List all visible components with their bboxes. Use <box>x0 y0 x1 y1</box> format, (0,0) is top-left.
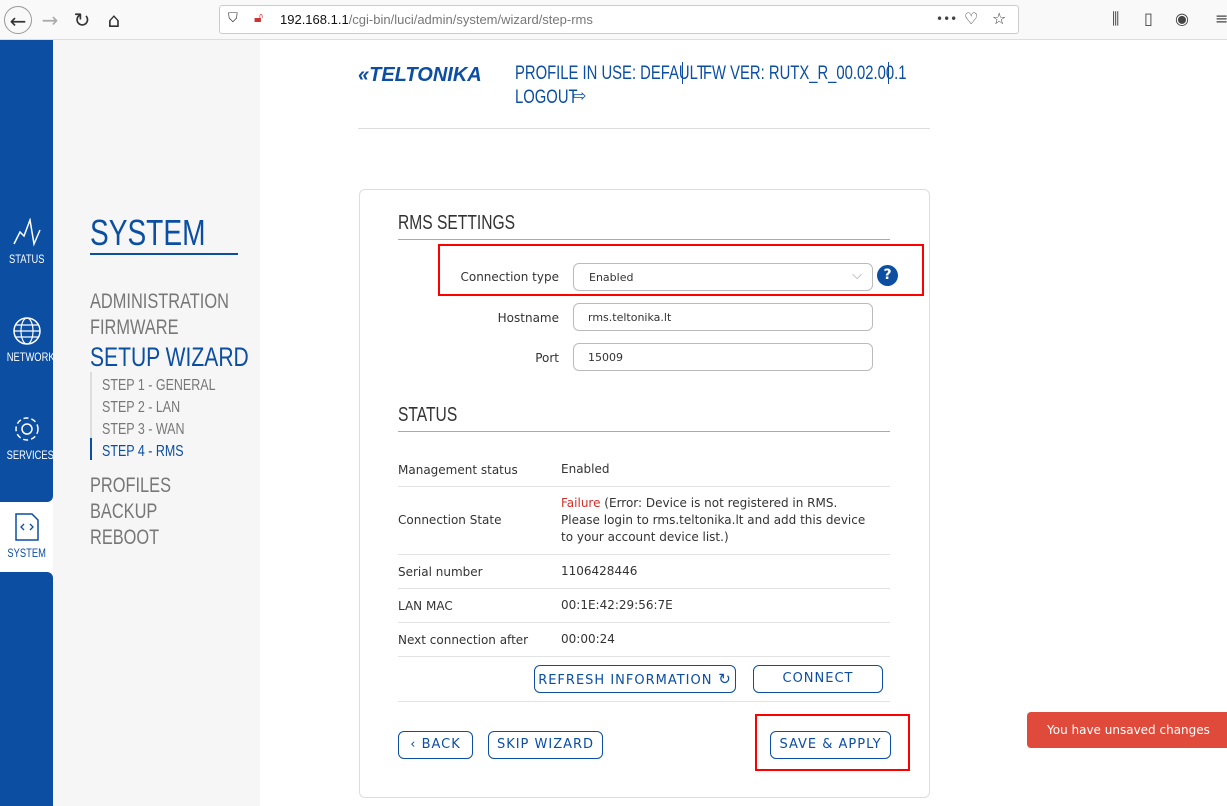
url-bar[interactable]: ⛉ 🔓︎ 192.168.1.1/cgi-bin/luci/admin/syst… <box>219 5 1019 34</box>
library-icon[interactable]: ⫼ <box>1112 9 1119 29</box>
menu-icon[interactable]: ≡ <box>1215 9 1227 28</box>
save-apply-button[interactable]: SAVE & APPLY <box>770 731 891 759</box>
url-host: 192.168.1.1 <box>280 12 349 27</box>
menu-backup[interactable]: BACKUP <box>90 499 176 524</box>
account-icon[interactable]: ◉ <box>1175 9 1189 28</box>
unsaved-changes-toast: You have unsaved changes × <box>1027 712 1227 773</box>
home-icon[interactable]: ⌂ <box>100 6 128 34</box>
submenu-title: SYSTEM <box>90 214 239 255</box>
port-input[interactable]: 15009 <box>573 343 873 371</box>
connection-type-label: Connection type <box>460 270 559 284</box>
menu-firmware[interactable]: FIRMWARE <box>90 315 204 340</box>
rms-settings-heading: RMS SETTINGS <box>398 210 890 240</box>
connect-button[interactable]: CONNECT <box>753 665 883 693</box>
main-rail: STATUS NETWORK SERVICES SYSTEM <box>0 40 55 806</box>
status-row: Management status Enabled <box>398 456 890 487</box>
status-heading: STATUS <box>398 402 890 432</box>
firmware-version: FW VER: RUTX_R_00.02.00.1 <box>703 63 907 84</box>
hostname-label: Hostname <box>497 311 559 325</box>
back-button[interactable]: ‹ BACK <box>398 731 473 759</box>
rail-services[interactable]: SERVICES <box>0 414 54 462</box>
step-lan[interactable]: STEP 2 - LAN <box>102 397 202 417</box>
skip-wizard-button[interactable]: SKIP WIZARD <box>488 731 603 759</box>
rail-system[interactable]: SYSTEM <box>0 512 53 560</box>
gear-icon <box>14 417 39 441</box>
step-rms[interactable]: STEP 4 - RMS <box>102 441 207 461</box>
globe-icon <box>12 317 41 345</box>
refresh-information-button[interactable]: REFRESH INFORMATION ↻ <box>534 665 736 693</box>
menu-profiles[interactable]: PROFILES <box>90 473 194 498</box>
refresh-icon: ↻ <box>718 670 732 688</box>
step-general[interactable]: STEP 1 - GENERAL <box>102 375 248 395</box>
reload-icon[interactable]: ↻ <box>68 6 96 34</box>
status-row: Connection State Failure (Error: Device i… <box>398 487 890 555</box>
forward-icon[interactable]: → <box>36 6 64 34</box>
rail-network[interactable]: NETWORK <box>0 316 55 364</box>
code-file-icon <box>14 513 39 541</box>
connection-type-select[interactable]: Enabled ⌵ <box>573 263 873 291</box>
status-row: LAN MAC 00:1E:42:29:56:7E <box>398 589 890 623</box>
sidebar-icon[interactable]: ▯ <box>1144 9 1153 28</box>
step-wan[interactable]: STEP 3 - WAN <box>102 419 208 439</box>
hostname-input[interactable]: rms.teltonika.lt <box>573 303 873 331</box>
menu-setup-wizard[interactable]: SETUP WIZARD <box>90 342 294 373</box>
logout-icon: ⇨ <box>573 86 587 105</box>
more-icon[interactable]: ••• <box>936 12 957 26</box>
logout-link[interactable]: LOGOUT ⇨ <box>515 86 595 109</box>
help-icon[interactable]: ? <box>877 265 898 286</box>
star-icon[interactable]: ☆ <box>992 9 1006 28</box>
teltonika-logo: «TELTONIKA <box>358 64 482 86</box>
shield-icon: ⛉ <box>228 11 238 26</box>
menu-reboot[interactable]: REBOOT <box>90 525 179 550</box>
pocket-icon[interactable]: ♡ <box>964 9 978 28</box>
rail-status[interactable]: STATUS <box>0 218 53 266</box>
status-row: Serial number 1106428446 <box>398 555 890 589</box>
port-label: Port <box>535 351 559 365</box>
pulse-icon <box>12 218 41 247</box>
url-path: /cgi-bin/luci/admin/system/wizard/step-r… <box>348 12 593 27</box>
chevron-down-icon: ⌵ <box>852 268 862 283</box>
status-row: Next connection after 00:00:24 <box>398 623 890 657</box>
back-icon[interactable]: ← <box>4 6 32 34</box>
browser-toolbar: ← → ↻ ⌂ ⛉ 🔓︎ 192.168.1.1/cgi-bin/luci/ad… <box>0 0 1227 40</box>
insecure-lock-icon: 🔓︎ <box>254 10 264 26</box>
close-icon[interactable]: × <box>1051 759 1061 773</box>
menu-administration[interactable]: ADMINISTRATION <box>90 289 268 314</box>
